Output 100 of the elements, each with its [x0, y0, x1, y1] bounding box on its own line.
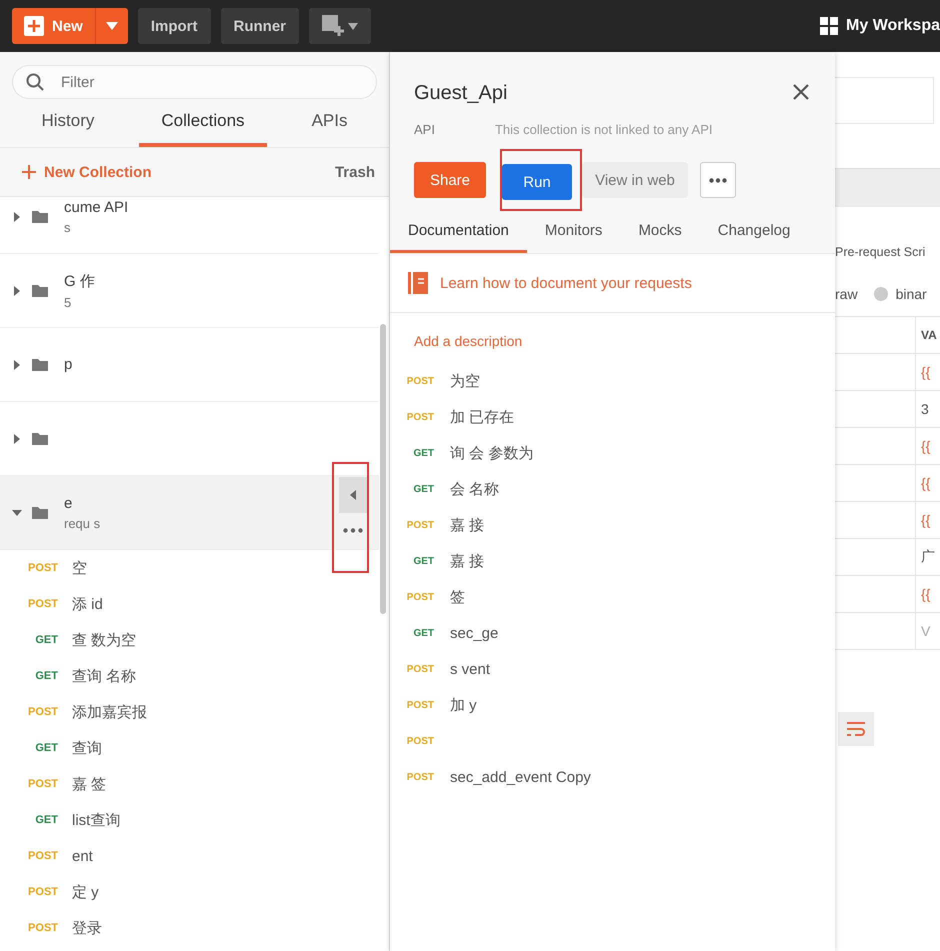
document-icon [408, 272, 428, 294]
collapse-button[interactable] [339, 477, 367, 513]
panel-tab[interactable]: Monitors [526, 211, 620, 253]
request-name[interactable]: s vent [450, 660, 490, 678]
toolbar-button[interactable]: Runner [220, 8, 300, 44]
caret-right-icon[interactable] [12, 360, 22, 370]
request-name[interactable]: sec_ge [450, 624, 498, 642]
scrollbar-thumb[interactable] [380, 324, 386, 614]
method-label: POST [27, 562, 59, 574]
method-label: POST [406, 700, 435, 710]
request-name[interactable]: 定 y [72, 882, 99, 902]
caret-down-icon[interactable] [12, 508, 22, 518]
pre-request-tab[interactable]: Pre-request Scri [835, 245, 926, 259]
method-label: POST [27, 922, 59, 934]
request-name[interactable]: 添加嘉宾报 [72, 702, 147, 722]
collection-name: e [64, 494, 74, 512]
body-option[interactable]: raw [835, 286, 858, 302]
folder-icon [32, 432, 48, 445]
request-name[interactable]: 添 id [72, 594, 103, 614]
folder-icon [32, 284, 48, 297]
wrap-button[interactable] [838, 712, 874, 746]
caret-right-icon[interactable] [12, 434, 22, 444]
method-label: POST [406, 772, 435, 782]
method-label: POST [27, 778, 59, 790]
table-cell-text: {{ [920, 363, 930, 382]
method-label: POST [406, 736, 435, 746]
method-label: POST [27, 886, 59, 898]
method-label: POST [406, 520, 435, 530]
caret-right-icon[interactable] [12, 286, 22, 296]
collection-name: p [64, 356, 72, 373]
workspace-name[interactable]: My Workspa [846, 17, 940, 35]
table-cell-text: {{ [920, 474, 930, 493]
table-cell-text: V [920, 622, 930, 641]
request-name[interactable]: 查询 [72, 738, 102, 758]
method-label: GET [34, 670, 59, 682]
sidebar-tab[interactable]: History [20, 99, 116, 147]
method-label: POST [406, 376, 435, 386]
table-cell-text: {{ [920, 437, 930, 456]
panel-tab[interactable]: Mocks [620, 211, 700, 253]
caret-icon [106, 22, 118, 30]
table-cell-text: {{ [920, 511, 930, 530]
body-option[interactable]: binar [896, 286, 927, 302]
sidebar-tab[interactable]: APIs [290, 99, 370, 147]
request-name[interactable]: 嘉 签 [72, 774, 106, 794]
dots-icon [709, 178, 727, 182]
sidebar-tab[interactable]: Collections [139, 99, 267, 147]
request-name[interactable]: 查询 名称 [72, 666, 136, 686]
method-label: POST [27, 850, 59, 862]
request-name[interactable]: 登录 [72, 918, 102, 938]
request-name[interactable]: 询 会 参数为 [450, 444, 534, 462]
view-in-web-button[interactable]: View in web [582, 162, 688, 198]
collection-row[interactable]: p [0, 328, 379, 402]
url-field[interactable] [835, 77, 934, 124]
request-name[interactable]: 加 已存在 [450, 408, 514, 426]
collection-row[interactable]: G 作 5 [0, 254, 379, 328]
trash-button[interactable]: Trash [334, 164, 375, 180]
request-name[interactable]: 加 y [450, 696, 477, 714]
plus-icon [24, 16, 44, 36]
caret-left-icon [350, 490, 356, 500]
folder-icon [32, 358, 48, 371]
request-name[interactable]: sec_add_event Copy [450, 768, 591, 786]
close-icon [793, 84, 809, 100]
collection-row[interactable]: e requ s [0, 476, 379, 550]
radio-button[interactable] [874, 287, 888, 301]
method-label: GET [412, 556, 435, 566]
request-name[interactable]: 签 [450, 588, 465, 606]
search-icon [26, 73, 44, 91]
collection-row[interactable]: cume API s [0, 197, 379, 254]
collection-name: G 作 [64, 272, 95, 290]
request-name[interactable]: 嘉 接 [450, 552, 484, 570]
method-label: GET [412, 484, 435, 494]
toolbar-button[interactable]: Import [138, 8, 211, 44]
column-header: VA [920, 327, 937, 344]
request-name[interactable]: 嘉 接 [450, 516, 484, 534]
method-label: POST [406, 592, 435, 602]
table-cell-text: 3 [920, 400, 929, 419]
method-label: GET [412, 628, 435, 638]
window-plus-icon [322, 15, 344, 37]
request-name[interactable]: 查 数为空 [72, 630, 136, 650]
run-button[interactable]: Run [502, 164, 572, 200]
plus-icon [22, 165, 36, 179]
more-button[interactable] [700, 162, 736, 198]
request-name[interactable]: 空 [72, 558, 87, 578]
collection-title: Guest_Api [414, 82, 508, 104]
request-name[interactable]: list查询 [72, 810, 120, 830]
request-name[interactable]: 为空 [450, 372, 480, 390]
method-label: GET [34, 814, 59, 826]
panel-tab[interactable]: Documentation [390, 211, 527, 253]
caret-icon [348, 22, 358, 30]
panel-tab[interactable]: Changelog [700, 211, 808, 253]
table-cell-text: 广 [920, 547, 935, 566]
request-name[interactable]: 会 名称 [450, 480, 500, 498]
request-name[interactable]: ent [72, 848, 93, 864]
dots-icon [343, 528, 363, 532]
filter-field[interactable]: Filter [12, 65, 377, 99]
caret-right-icon[interactable] [12, 212, 22, 222]
method-label: GET [34, 742, 59, 754]
new-window-button[interactable] [309, 8, 372, 44]
folder-icon [32, 506, 48, 519]
wrap-lines-icon [846, 721, 866, 737]
